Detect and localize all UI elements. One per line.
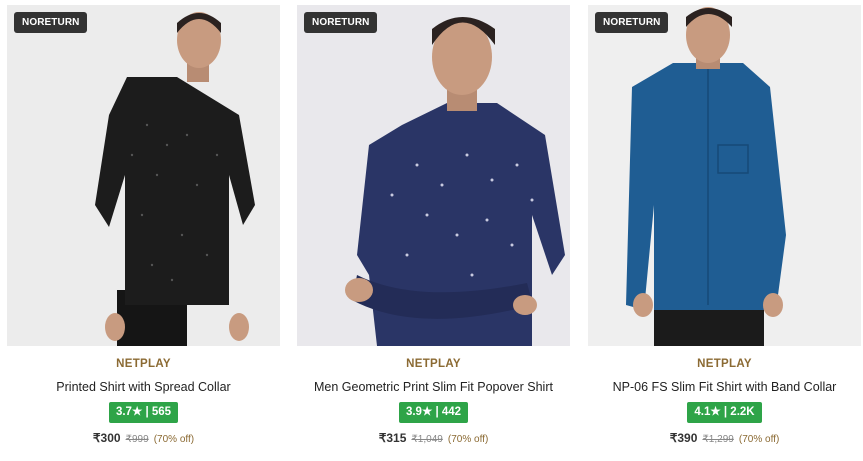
product-card[interactable]: NORETURN NETPLAY Men Geometric Print Sli… (297, 5, 570, 455)
noreturn-badge: NORETURN (14, 12, 88, 33)
product-name[interactable]: Printed Shirt with Spread Collar (7, 379, 280, 395)
product-grid: NORETURN NETPLAY Printed Shirt with Spre… (0, 0, 863, 461)
product-brand: NETPLAY (406, 358, 461, 370)
product-discount: (70% off) (153, 434, 195, 445)
product-info: NETPLAY Printed Shirt with Spread Collar… (7, 351, 280, 445)
product-mrp: ₹999 (125, 434, 149, 445)
product-mrp: ₹1,049 (411, 434, 443, 445)
product-price: ₹315 (378, 431, 407, 445)
product-brand: NETPLAY (116, 358, 171, 370)
product-mrp: ₹1,299 (702, 434, 734, 445)
product-info: NETPLAY Men Geometric Print Slim Fit Pop… (297, 351, 570, 445)
product-price: ₹390 (669, 431, 698, 445)
product-info: NETPLAY NP-06 FS Slim Fit Shirt with Ban… (588, 351, 861, 445)
rating-badge: 3.7★ | 565 (108, 402, 179, 423)
product-photo (297, 5, 570, 346)
product-image[interactable]: NORETURN (297, 5, 570, 346)
product-name[interactable]: Men Geometric Print Slim Fit Popover Shi… (297, 379, 570, 395)
noreturn-badge: NORETURN (595, 12, 669, 33)
rating-badge: 4.1★ | 2.2K (687, 402, 762, 423)
product-image[interactable]: NORETURN (588, 5, 861, 346)
product-image[interactable]: NORETURN (7, 5, 280, 346)
price-row: ₹300 ₹999 (70% off) (7, 431, 280, 445)
noreturn-badge: NORETURN (304, 12, 378, 33)
product-card[interactable]: NORETURN NETPLAY Printed Shirt with Spre… (7, 5, 280, 455)
product-card[interactable]: NORETURN NETPLAY NP-06 FS Slim Fit Shirt… (588, 5, 861, 455)
product-photo (588, 5, 861, 346)
product-discount: (70% off) (738, 434, 780, 445)
product-name[interactable]: NP-06 FS Slim Fit Shirt with Band Collar (588, 379, 861, 395)
product-price: ₹300 (92, 431, 121, 445)
product-discount: (70% off) (447, 434, 489, 445)
price-row: ₹390 ₹1,299 (70% off) (588, 431, 861, 445)
rating-badge: 3.9★ | 442 (398, 402, 469, 423)
price-row: ₹315 ₹1,049 (70% off) (297, 431, 570, 445)
product-photo (7, 5, 280, 346)
product-brand: NETPLAY (697, 358, 752, 370)
